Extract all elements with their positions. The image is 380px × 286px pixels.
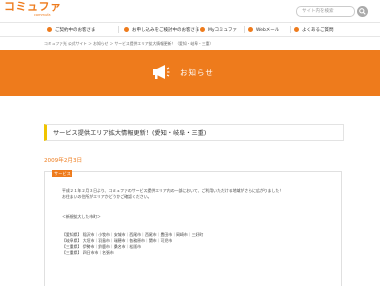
logo-subtext: commufa: [34, 13, 51, 17]
nav-my-commufa[interactable]: Myコミュファ: [200, 23, 237, 36]
category-label: サービス: [54, 171, 71, 176]
nav-divider: [244, 26, 245, 33]
body-line: 【三重県】 四日市市｜名張市: [62, 250, 114, 255]
nav-prospective-customers[interactable]: お申し込みをご検討中のお客さま: [124, 23, 200, 36]
nav-label: よくあるご質問: [302, 27, 334, 33]
logo-text: コミュファ: [4, 1, 62, 13]
body-line: 平成２１年２月３日より、コミュファのサービス提供エリア内の一部において、ご利用い…: [62, 188, 284, 193]
nav-label: Webメール: [256, 27, 280, 33]
nav-current-customers[interactable]: ご契約中のお客さま: [47, 23, 96, 36]
page-banner: お知らせ: [0, 50, 380, 96]
breadcrumb: コミュファ光 公式サイト ＞ お知らせ ＞ サービス提供エリア拡大情報更新！（愛…: [44, 41, 214, 46]
article-date: 2009年2月3日: [44, 158, 83, 164]
category-badge: サービス: [52, 170, 72, 177]
body-line: お住まいの住所がエリアかどうかご確認ください。: [62, 194, 152, 199]
commufa-logo[interactable]: コミュファ commufa: [4, 2, 64, 20]
search-button[interactable]: [357, 6, 368, 17]
header: コミュファ commufa サイト内を検索: [0, 0, 380, 22]
nav-divider: [196, 26, 197, 33]
nav-faq[interactable]: よくあるご質問: [294, 23, 334, 36]
megaphone-icon: [153, 65, 170, 79]
user-icon: [200, 27, 205, 32]
mail-icon: [248, 27, 253, 32]
nav-webmail[interactable]: Webメール: [248, 23, 279, 36]
search-input[interactable]: サイト内を検索: [296, 6, 355, 17]
nav-label: ご契約中のお客さま: [55, 27, 96, 33]
article-title: サービス提供エリア拡大情報更新！(愛知・岐阜・三重): [53, 130, 207, 137]
search-placeholder: サイト内を検索: [302, 9, 334, 14]
global-nav: ご契約中のお客さま お申し込みをご検討中のお客さま Myコミュファ Webメール…: [0, 22, 380, 37]
body-line: ＜新規拡大した市町＞: [62, 214, 101, 219]
nav-divider: [118, 26, 119, 33]
arrow-icon: [47, 27, 52, 32]
nav-divider: [290, 26, 291, 33]
body-line: 【愛知県】 稲沢市｜小牧市｜安城市｜西尾市｜西尾市｜豊田市｜岡崎市｜三好町: [62, 232, 204, 237]
article-title-box: サービス提供エリア拡大情報更新！(愛知・岐阜・三重): [44, 124, 344, 141]
body-line: 【岐阜県】 大垣市｜羽島市｜瑞穂市｜各務原市｜関市｜可児市: [62, 238, 173, 243]
arrow-icon: [124, 27, 129, 32]
page-title: お知らせ: [180, 68, 214, 77]
nav-label: Myコミュファ: [208, 27, 238, 33]
search-icon: [359, 8, 366, 15]
question-icon: [294, 27, 299, 32]
body-line: 【三重県】 伊勢市｜鈴鹿市｜桑名市｜松阪市: [62, 244, 142, 249]
nav-label: お申し込みをご検討中のお客さま: [132, 27, 200, 33]
